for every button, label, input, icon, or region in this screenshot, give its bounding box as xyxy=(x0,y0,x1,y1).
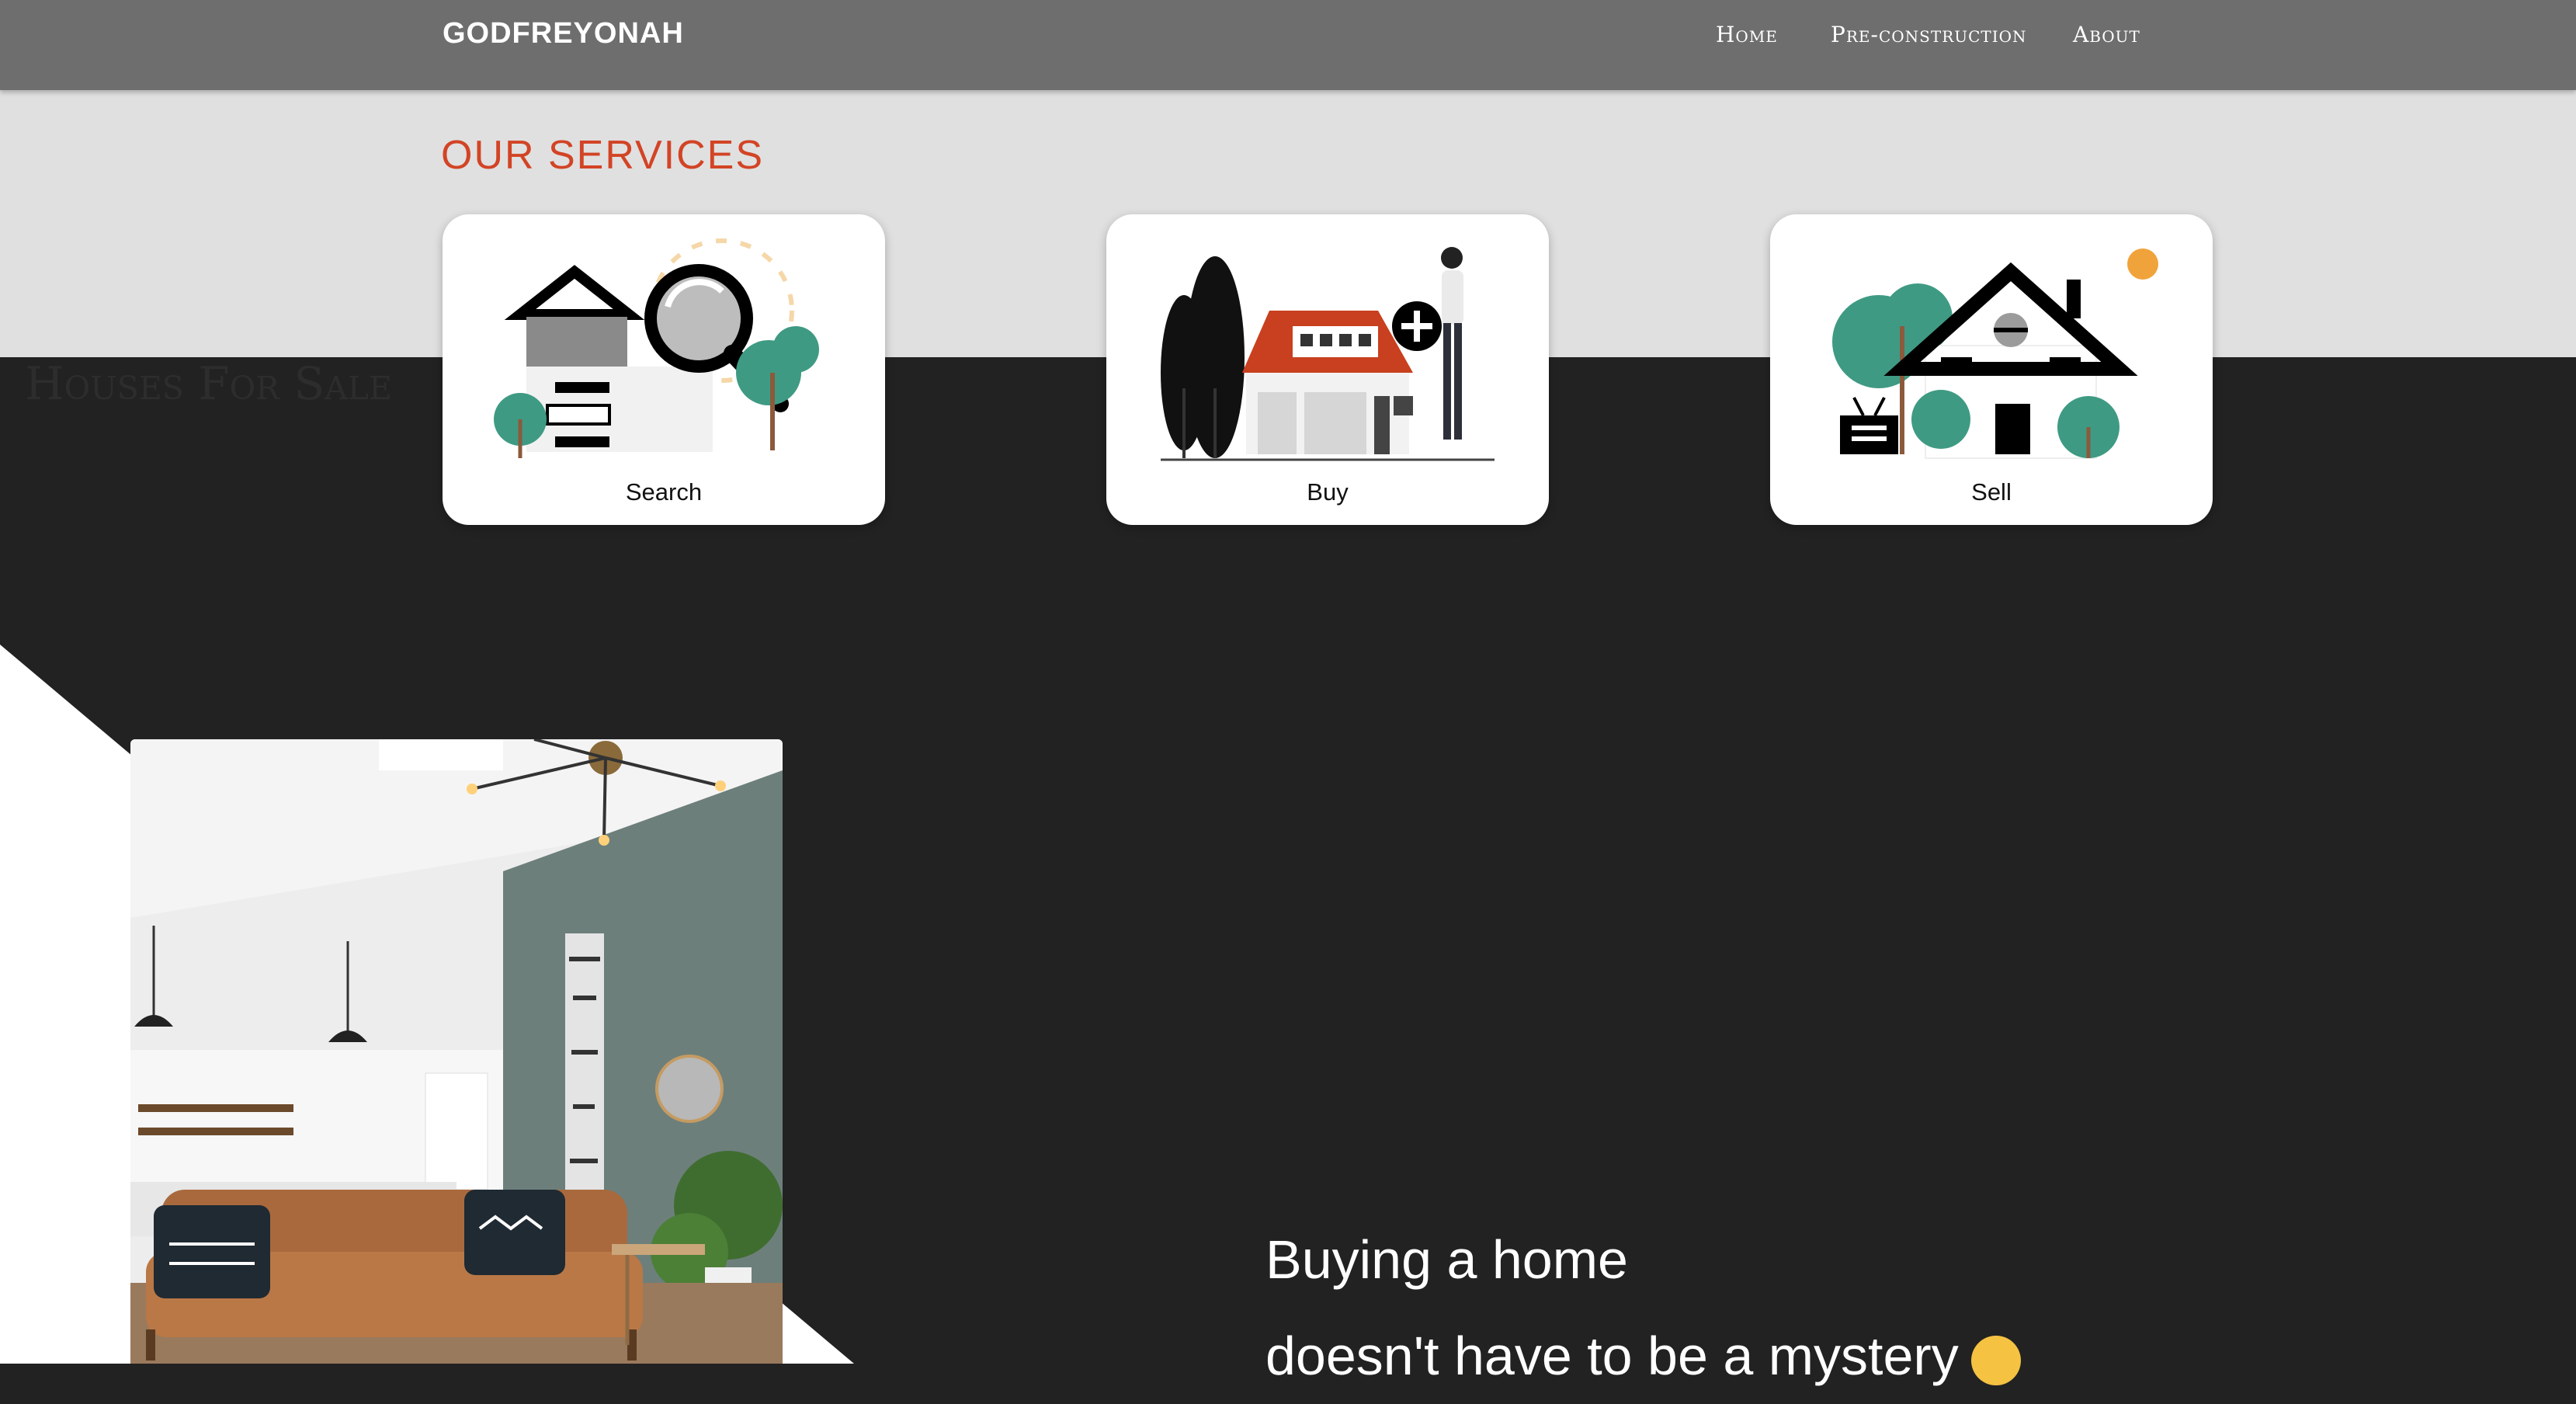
service-card-label: Search xyxy=(625,478,703,506)
houses-for-sale-heading: Houses For Sale xyxy=(25,357,392,410)
hero-tagline: Buying a home doesn't have to be a myste… xyxy=(1265,1211,2021,1404)
nav-link-about[interactable]: About xyxy=(2073,22,2140,47)
service-card-buy[interactable]: Buy xyxy=(1106,214,1549,525)
service-card-sell[interactable]: Sell xyxy=(1770,214,2213,525)
nav-link-home[interactable]: Home xyxy=(1716,22,1778,47)
hero-line-2: doesn't have to be a mystery xyxy=(1265,1308,2021,1404)
living-room-image xyxy=(130,739,783,1364)
buy-house-illustration xyxy=(1161,247,1495,461)
thinking-face-emoji-icon xyxy=(1970,1335,2021,1385)
service-card-label: Sell xyxy=(1971,478,2012,506)
hero-line-2-text: doesn't have to be a mystery xyxy=(1265,1326,1959,1386)
search-house-illustration xyxy=(494,238,819,458)
nav-link-pre-construction[interactable]: Pre-construction xyxy=(1831,22,2027,47)
service-card-label: Buy xyxy=(1307,478,1349,506)
service-card-search[interactable]: Search xyxy=(443,214,885,525)
navbar: GODFREYONAH Home Pre-construction About xyxy=(0,0,2576,90)
services-title: OUR SERVICES xyxy=(441,133,765,178)
living-room-photo xyxy=(130,739,783,1364)
hero-line-1: Buying a home xyxy=(1265,1229,1628,1290)
sell-house-illustration xyxy=(1832,248,2158,459)
brand-logo[interactable]: GODFREYONAH xyxy=(443,17,684,50)
